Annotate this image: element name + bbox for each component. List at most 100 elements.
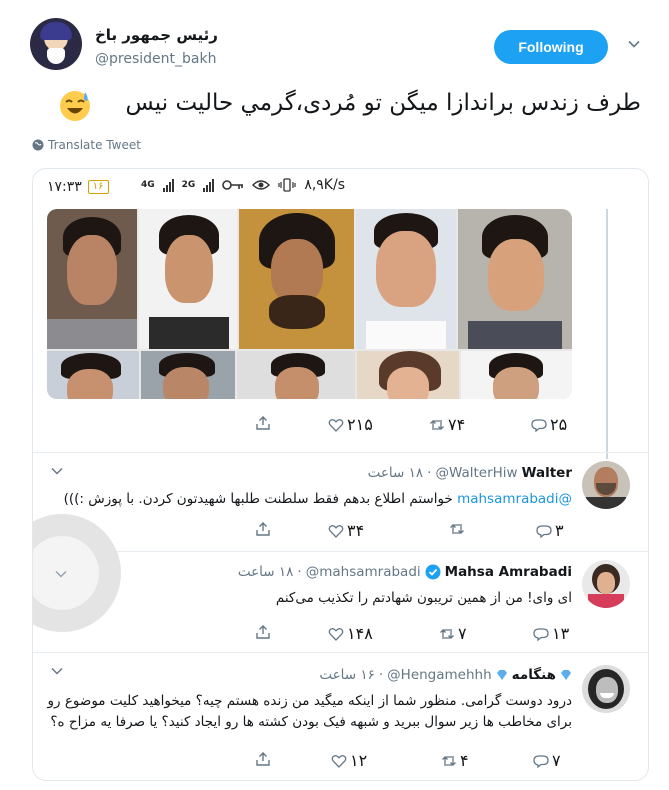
reply-name[interactable]: Mahsa Amrabadi — [445, 564, 572, 580]
reply-icon — [533, 627, 549, 641]
share-icon — [256, 625, 270, 639]
like-button[interactable]: ۱۲ — [331, 751, 367, 770]
reply-handle[interactable]: @mahsamrabadi — [306, 564, 421, 580]
retweet-button[interactable]: ۷ — [439, 624, 467, 643]
portrait-6 — [47, 351, 139, 399]
reply-name[interactable]: هنگامه — [512, 667, 556, 683]
retweet-button[interactable]: ۴ — [441, 751, 469, 770]
share-button[interactable] — [255, 751, 271, 767]
reply-tweet-mahsa[interactable]: ۱۸ ساعت · @mahsamrabadi Mahsa Amrabadi ا… — [33, 552, 648, 652]
retweet-count: ۴ — [460, 751, 469, 770]
reply-icon — [536, 524, 552, 538]
mention-link[interactable]: @mahsamrabadi — [457, 491, 572, 507]
retweet-button[interactable]: ۷۴ — [429, 415, 465, 434]
chevron-down-icon[interactable] — [51, 665, 63, 677]
translate-tweet-link[interactable]: Translate Tweet — [32, 138, 141, 152]
reply-tweet-walter[interactable]: ۱۸ ساعت · @WalterHiw Walter @mahsamrabad… — [33, 453, 648, 551]
share-button[interactable] — [255, 415, 271, 431]
author-display-name[interactable]: رئیس جمهور باخ — [95, 26, 218, 44]
reply-text: ای وای! من از همین تریبون شهادتم را تکذی… — [275, 590, 572, 606]
network-gen-2: 2G — [181, 179, 196, 190]
eye-icon — [252, 180, 271, 190]
portrait-10 — [461, 351, 572, 399]
reply-time: ۱۶ ساعت — [319, 667, 375, 683]
reply-count: ۲۵ — [550, 415, 568, 434]
chevron-down-icon[interactable] — [628, 38, 640, 50]
signal-icon — [162, 178, 174, 192]
portrait-5 — [458, 209, 572, 349]
reply-button[interactable]: ۷ — [533, 751, 561, 770]
chevron-down-icon — [55, 570, 67, 578]
portrait-1 — [47, 209, 137, 349]
portrait-8 — [237, 351, 355, 399]
reply-name[interactable]: Walter — [522, 465, 572, 481]
status-icons: 4G 2G ۸,۹K/s — [141, 177, 345, 193]
reply-text-line-2: برای مخاطب ها زیر سوال ببرید و شبهه فیک … — [50, 714, 572, 730]
translate-label: Translate Tweet — [48, 138, 141, 152]
heart-icon — [328, 627, 344, 641]
retweet-icon — [450, 524, 464, 534]
reply-count: ۱۳ — [552, 624, 570, 643]
author-handle[interactable]: @president_bakh — [95, 51, 216, 67]
diamond-icon — [561, 670, 571, 680]
avatar-hat — [40, 22, 72, 40]
reply-handle[interactable]: @Hengamehhh — [387, 667, 491, 683]
chevron-down-icon[interactable] — [51, 465, 63, 477]
phone-status-bar: ۱۷:۳۳ ۱۶ 4G 2G ۸,۹K/s — [33, 169, 648, 207]
like-button[interactable]: ۳۴ — [328, 521, 364, 540]
embedded-screenshot[interactable]: ۱۷:۳۳ ۱۶ 4G 2G ۸,۹K/s ۲۱۵ ۷۴ ۲۵ ۱۸ ساعت … — [32, 168, 649, 781]
heart-icon — [331, 754, 347, 768]
verified-badge-icon — [425, 564, 441, 580]
like-count: ۳۴ — [347, 521, 365, 540]
retweet-button[interactable] — [449, 521, 465, 537]
reply-count: ۷ — [552, 751, 561, 770]
portrait-3 — [239, 209, 354, 349]
reply-handle[interactable]: @WalterHiw — [435, 465, 517, 481]
retweet-icon — [440, 628, 454, 639]
share-button[interactable] — [255, 521, 271, 537]
portrait-2 — [139, 209, 237, 349]
retweet-icon — [442, 755, 456, 766]
key-icon — [222, 180, 244, 190]
share-icon — [256, 416, 270, 430]
diamond-icon — [496, 670, 507, 680]
status-time-battery: ۱۷:۳۳ ۱۶ — [47, 179, 109, 195]
like-count: ۱۴۸ — [347, 624, 373, 643]
reply-button[interactable]: ۳ — [536, 521, 564, 540]
like-count: ۲۱۵ — [347, 415, 373, 434]
avatar[interactable] — [582, 560, 630, 608]
reply-button[interactable]: ۲۵ — [531, 415, 567, 434]
like-count: ۱۲ — [350, 751, 368, 770]
portrait-7 — [141, 351, 235, 399]
like-button[interactable]: ۱۴۸ — [328, 624, 373, 643]
author-avatar[interactable] — [30, 18, 82, 70]
reply-button[interactable]: ۱۳ — [533, 624, 569, 643]
vibrate-icon — [278, 178, 296, 192]
reply-text-line-1: درود دوست گرامی. منظور شما از اینکه میگی… — [47, 693, 572, 709]
tweet-header: رئیس جمهور باخ @president_bakh Following — [0, 0, 669, 80]
like-button[interactable]: ۲۱۵ — [328, 415, 373, 434]
sweat-smile-emoji-icon — [60, 91, 90, 121]
tweet-text: طرف زندس براندازا میگن تو مُردی،گرمي حال… — [125, 90, 641, 116]
share-icon — [256, 522, 270, 536]
battery-badge: ۱۶ — [87, 180, 109, 194]
reply-text-content: خواستم اطلاع بدهم فقط سلطنت طلبها شهیدتو… — [63, 491, 453, 507]
retweet-icon — [430, 419, 444, 430]
retweet-count: ۷۴ — [448, 415, 466, 434]
avatar[interactable] — [582, 665, 630, 713]
reply-time: ۱۸ ساعت — [367, 465, 424, 481]
reply-icon — [531, 418, 547, 432]
portrait-9 — [357, 351, 459, 399]
following-button[interactable]: Following — [494, 30, 608, 64]
globe-icon — [32, 139, 44, 151]
reply-count: ۳ — [555, 521, 564, 540]
avatar[interactable] — [582, 461, 630, 509]
photo-collage[interactable] — [47, 209, 572, 399]
reply-tweet-hengameh[interactable]: ۱۶ ساعت · @Hengamehhh هنگامه درود دوست گ… — [33, 653, 648, 780]
share-button[interactable] — [255, 624, 271, 640]
network-speed: ۸,۹K/s — [304, 177, 345, 193]
heart-icon — [328, 524, 344, 538]
network-gen-1: 4G — [141, 179, 155, 190]
status-time: ۱۷:۳۳ — [47, 179, 82, 195]
portrait-4 — [356, 209, 456, 349]
